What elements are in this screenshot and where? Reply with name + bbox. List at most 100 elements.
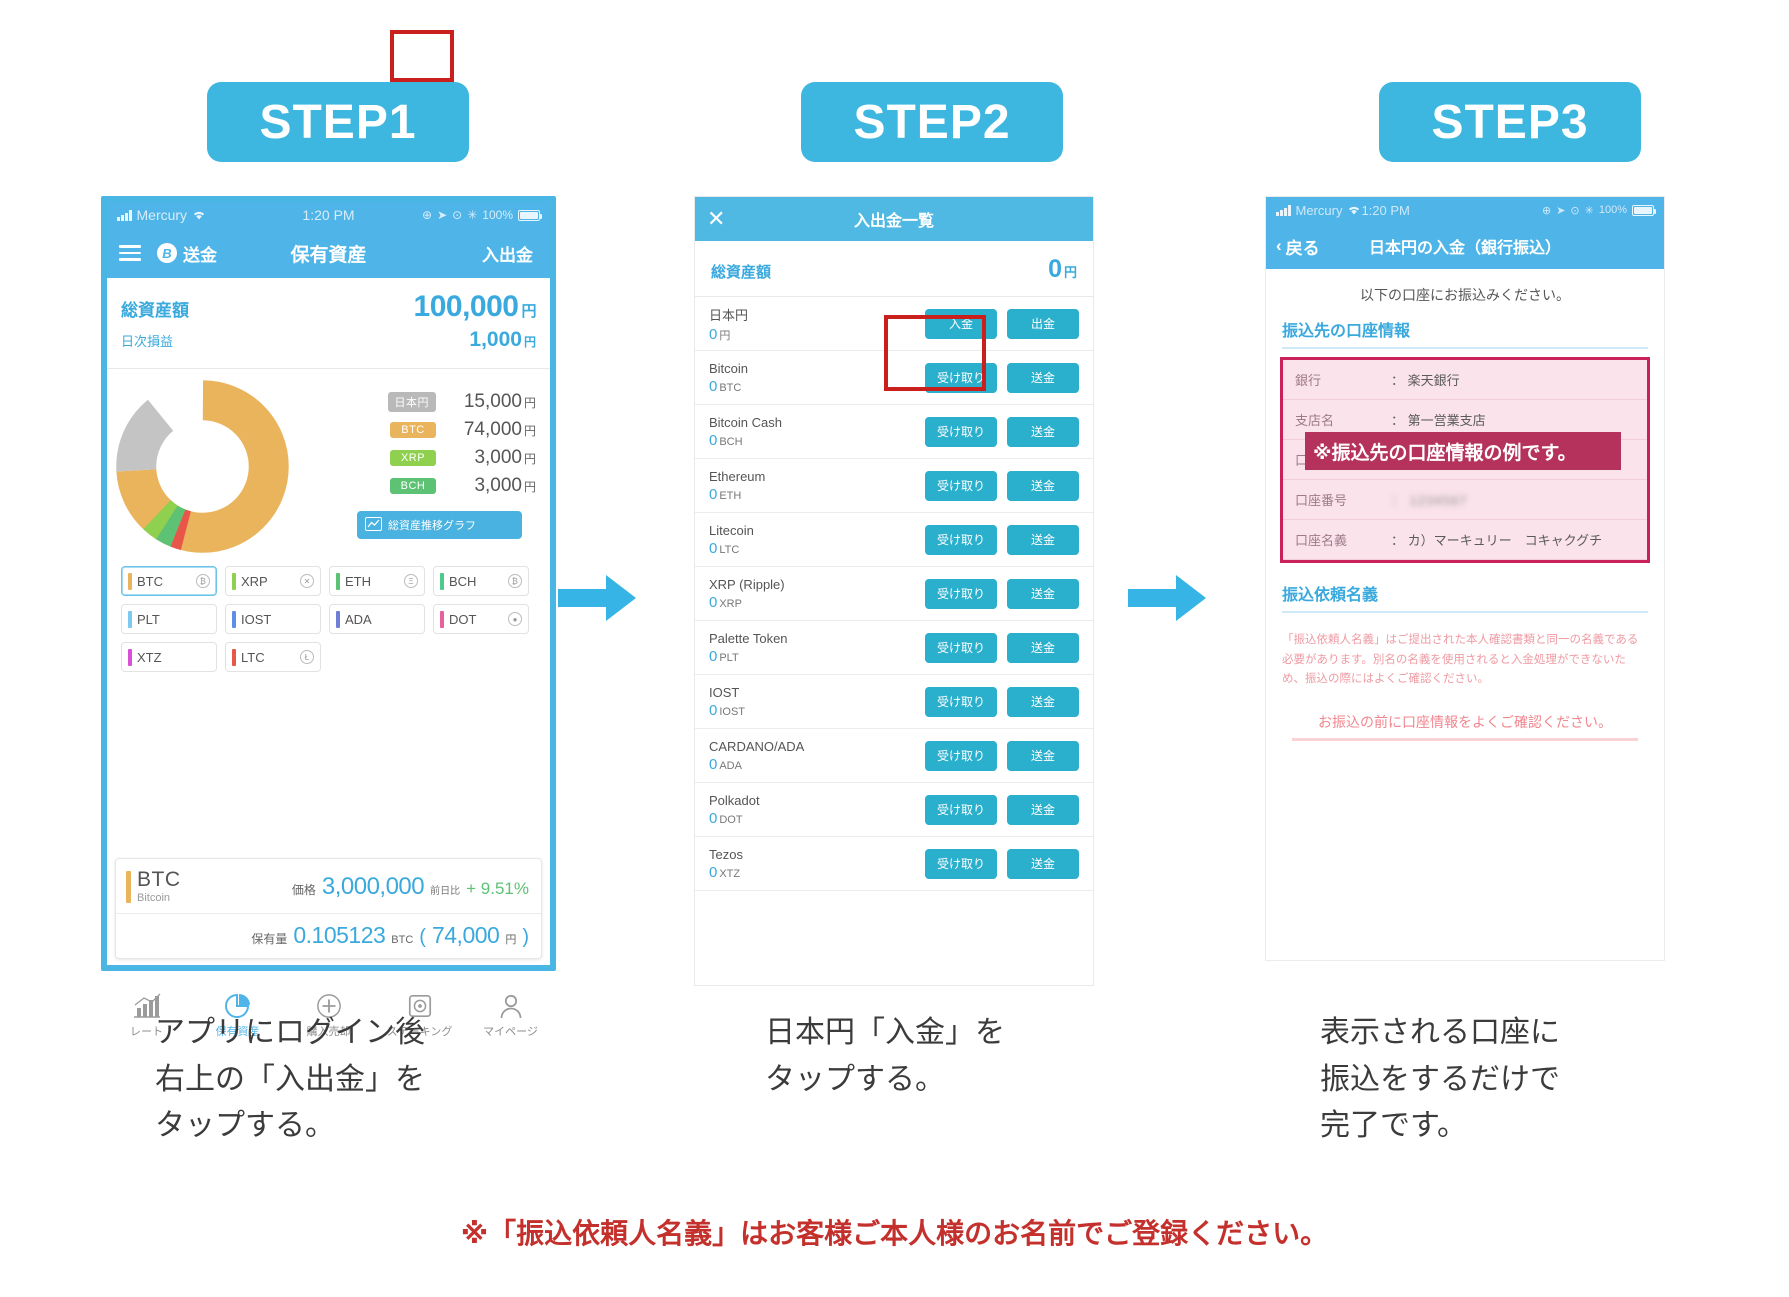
eth-badge-icon: Ξ — [404, 574, 418, 588]
alarm-icon: ⊕ — [422, 208, 433, 222]
carrier-label: Mercury — [136, 207, 188, 223]
table-row: CARDANO/ADA 0 ADA 受け取り 送金 — [695, 729, 1093, 783]
menu-icon[interactable] — [119, 241, 141, 265]
send-button[interactable]: 送金 — [1007, 362, 1079, 393]
row-name: Litecoin — [709, 522, 754, 538]
row-unit: XRP — [719, 597, 742, 610]
deposit-withdraw-wrap: 入出金 — [477, 238, 538, 269]
receive-button[interactable]: 受け取り — [925, 524, 997, 555]
btc-name-label: Bitcoin — [137, 892, 171, 904]
transfer-name-warning: 「振込依頼人名義」はご提出された本人確認書類と同一の名義である必要があります。別… — [1282, 634, 1639, 686]
example-notice-overlay: ※振込先の口座情報の例です。 — [1305, 432, 1621, 470]
send-button[interactable]: 送金 — [1007, 524, 1079, 555]
step3-badge: STEP3 — [1379, 82, 1641, 162]
portfolio-legend: 日本円 15,000 円 BTC 74,000 円 XRP 3,000 円 BCH 3… — [290, 379, 536, 554]
row-name: Bitcoin Cash — [709, 414, 782, 430]
btc-holding-jpy-unit: 円 — [505, 934, 517, 946]
coin-chip-xrp[interactable]: XRP ✕ — [225, 566, 321, 596]
row-unit: ADA — [719, 759, 742, 772]
send-button[interactable]: 送金 — [1007, 632, 1079, 663]
coin-chip-dot[interactable]: DOT ● — [433, 604, 529, 634]
close-icon[interactable]: ✕ — [707, 208, 725, 230]
legend-chip: BCH — [390, 478, 436, 494]
bitcoin-badge-icon: ₿ — [196, 574, 210, 588]
account-row: 銀行 ： 楽天銀行 — [1283, 360, 1647, 400]
coin-chip-ltc[interactable]: LTC Ł — [225, 642, 321, 672]
row-unit: PLT — [719, 651, 739, 664]
btc-change-value: + 9.51% — [466, 878, 529, 898]
signal-icon — [117, 209, 132, 221]
coin-chip-ada[interactable]: ADA — [329, 604, 425, 634]
send-button[interactable]: 送金 — [1007, 740, 1079, 771]
account-key: 口座番号 — [1295, 493, 1348, 508]
send-button[interactable]: 送金 — [1007, 416, 1079, 447]
screen3-nav-bar: ‹ 戻る 日本円の入金（銀行振込） — [1266, 223, 1664, 269]
legend-row: XRP 3,000 円 — [290, 447, 536, 469]
withdraw-button[interactable]: 出金 — [1007, 308, 1079, 339]
row-amount: 0 — [709, 377, 718, 395]
section-title-account-info: 振込先の口座情報 — [1282, 323, 1411, 340]
row-amount: 0 — [709, 325, 718, 343]
receive-button[interactable]: 受け取り — [925, 578, 997, 609]
coin-chip-iost[interactable]: IOST — [225, 604, 321, 634]
battery-percent-label: 100% — [482, 208, 513, 222]
confirm-account-warning: お振込の前に口座情報をよくご確認ください。 — [1318, 713, 1612, 730]
receive-button[interactable]: 受け取り — [925, 740, 997, 771]
receive-button[interactable]: 受け取り — [925, 686, 997, 717]
daily-pl-unit: 円 — [523, 335, 536, 349]
receive-button[interactable]: 受け取り — [925, 470, 997, 501]
screen1-status-bar: Mercury 1:20 PM ⊕ ➤ ⊙ ✳ 100% — [107, 202, 550, 228]
coin-chip-eth[interactable]: ETH Ξ — [329, 566, 425, 596]
portfolio-chart-area: 日本円 15,000 円 BTC 74,000 円 XRP 3,000 円 BCH 3… — [107, 369, 550, 554]
back-button[interactable]: ‹ 戻る — [1276, 234, 1320, 259]
coin-chip-btc[interactable]: BTC ₿ — [121, 566, 217, 596]
table-row: 日本円 0円 入金 出金 — [695, 297, 1093, 351]
send-button[interactable]: 送金 — [1007, 848, 1079, 879]
coin-chip-label: XTZ — [137, 649, 162, 665]
deposit-withdraw-button[interactable]: 入出金 — [477, 238, 538, 269]
account-key: 支店名 — [1295, 413, 1335, 428]
send-button[interactable]: 送金 — [1007, 578, 1079, 609]
btc-holding-unit: BTC — [391, 934, 414, 946]
section-underline — [1282, 347, 1648, 349]
coin-chip-label: XRP — [241, 573, 268, 589]
coin-chip-plt[interactable]: PLT — [121, 604, 217, 634]
send-button[interactable]: 送金 — [1007, 686, 1079, 717]
receive-button[interactable]: 受け取り — [925, 794, 997, 825]
bitcoin-icon: B — [157, 243, 177, 263]
coin-chip-bch[interactable]: BCH ₿ — [433, 566, 529, 596]
coin-chip-label: PLT — [137, 611, 160, 627]
receive-button[interactable]: 受け取り — [925, 416, 997, 447]
send-money-button[interactable]: B 送金 — [157, 241, 217, 266]
tab-mypage[interactable]: マイページ — [465, 991, 556, 1039]
send-button[interactable]: 送金 — [1007, 794, 1079, 825]
arrow-step2-to-step3 — [1128, 575, 1206, 621]
legend-amount: 15,000 — [463, 391, 522, 412]
bluetooth-icon: ✳ — [1584, 204, 1594, 217]
receive-button[interactable]: 受け取り — [925, 362, 997, 393]
row-amount: 0 — [709, 755, 718, 773]
deposit-button[interactable]: 入金 — [925, 308, 997, 339]
coin-chip-label: BTC — [137, 573, 163, 589]
row-unit: LTC — [719, 543, 740, 556]
footnote: ※「振込依頼人名義」はお客様ご本人様のお名前でご登録ください。 — [460, 1218, 1329, 1249]
legend-unit: 円 — [523, 452, 536, 466]
screen2-title: 入出金一覧 — [853, 213, 935, 230]
legend-unit: 円 — [523, 396, 536, 410]
screen2-nav-bar: ✕ 入出金一覧 — [695, 197, 1093, 241]
btc-code-label: BTC — [137, 868, 181, 891]
receive-button[interactable]: 受け取り — [925, 848, 997, 879]
btc-summary-card[interactable]: BTC Bitcoin 価格 3,000,000 前日比 + 9.51% 保有量… — [115, 858, 542, 959]
row-name: Polkadot — [709, 792, 760, 808]
legend-unit: 円 — [523, 480, 536, 494]
clock-label: 1:20 PM — [1361, 202, 1410, 218]
btc-name-block: BTC Bitcoin — [126, 869, 181, 904]
receive-button[interactable]: 受け取り — [925, 632, 997, 663]
bluetooth-icon: ✳ — [467, 208, 478, 222]
send-button[interactable]: 送金 — [1007, 470, 1079, 501]
row-amount: 0 — [709, 809, 718, 827]
asset-trend-graph-button[interactable]: 総資産推移グラフ — [357, 511, 522, 539]
chevron-left-icon: ‹ — [1276, 236, 1282, 255]
wifi-icon — [1347, 203, 1361, 218]
coin-chip-xtz[interactable]: XTZ — [121, 642, 217, 672]
